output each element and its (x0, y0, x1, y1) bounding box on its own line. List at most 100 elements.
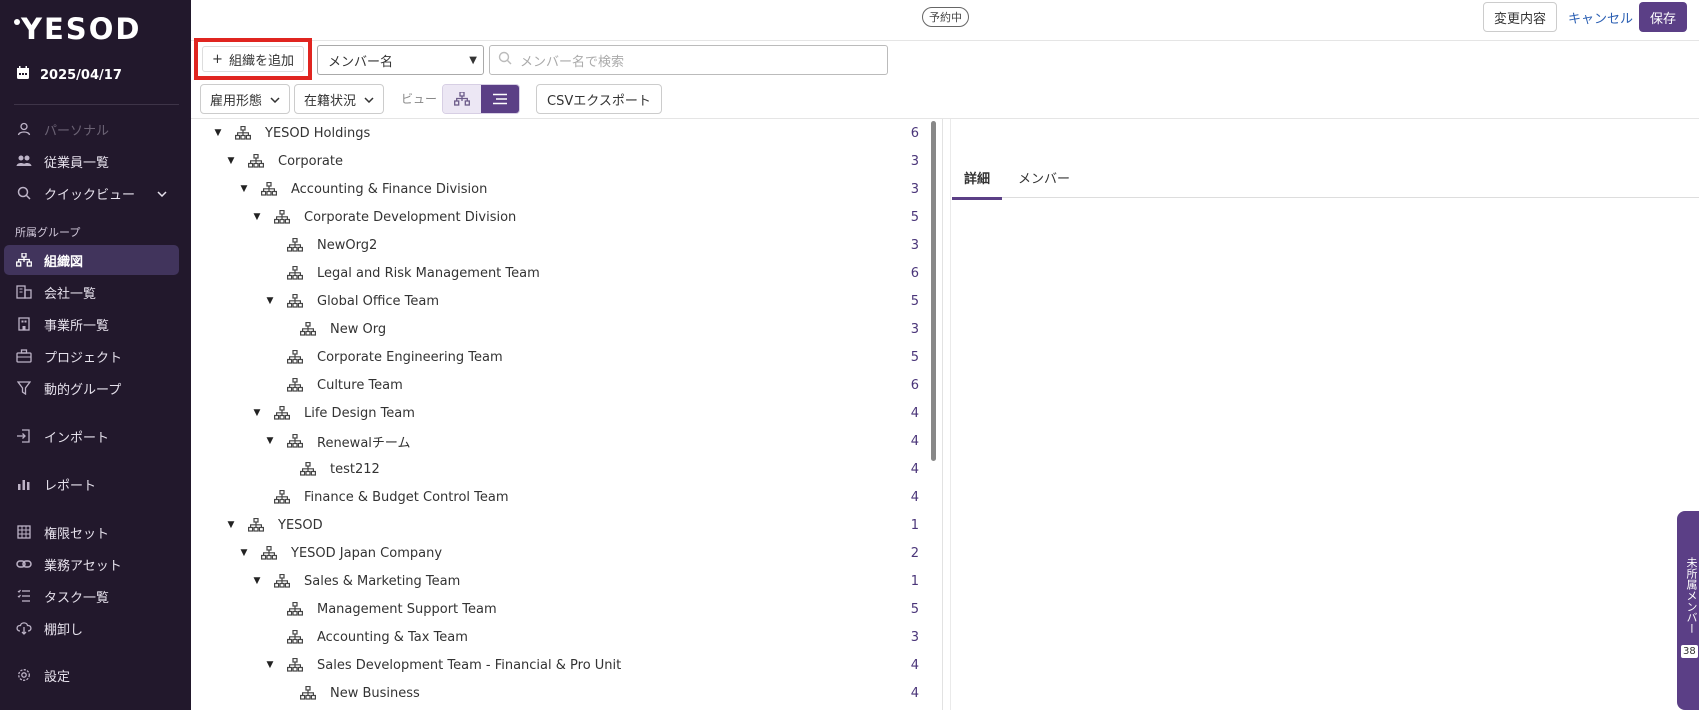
briefcase-icon (15, 347, 33, 365)
member-count: 1 (910, 517, 919, 533)
tree-row[interactable]: ▼ Corporate Development Division 5 (191, 203, 919, 231)
tree-row[interactable]: Legal and Risk Management Team 6 (191, 259, 919, 287)
sidebar-item-grid[interactable]: 権限セット (4, 517, 179, 547)
org-name: YESOD Holdings (265, 125, 371, 141)
building-icon (15, 283, 33, 301)
expand-toggle-icon[interactable]: ▼ (263, 296, 277, 306)
tree-row[interactable]: Accounting & Tax Team 3 (191, 623, 919, 651)
org-icon (287, 434, 305, 448)
tree-row[interactable]: ▼ Accounting & Finance Division 3 (191, 175, 919, 203)
org-icon (300, 322, 318, 336)
tree-row[interactable]: ▼ Sales Development Team - Financial & Pr… (191, 651, 919, 679)
csv-export-button[interactable]: CSVエクスポート (536, 84, 662, 114)
changes-button[interactable]: 変更内容 (1483, 2, 1558, 32)
expand-toggle-icon[interactable]: ▼ (224, 520, 238, 530)
sidebar-item-chart[interactable]: レポート (4, 469, 179, 499)
member-count: 4 (910, 405, 919, 421)
tree-row[interactable]: ▼ Sales & Marketing Team 1 (191, 567, 919, 595)
sidebar-item-office[interactable]: 事業所一覧 (4, 309, 179, 339)
tree-view-button[interactable] (443, 85, 481, 113)
org-icon (274, 406, 292, 420)
status-badge: 予約中 (922, 7, 969, 27)
sidebar: YESOD 2025/04/17 所属グループ パーソナル 従業員一覧 クイックビュ… (0, 0, 191, 710)
member-count: 3 (910, 629, 919, 645)
org-name: Sales Development Team - Financial & Pro… (317, 657, 622, 673)
chevron-down-icon (364, 92, 374, 107)
sidebar-item-label: 棚卸し (44, 622, 84, 638)
date-selector[interactable]: 2025/04/17 (16, 66, 122, 84)
tree-row[interactable]: Culture Team 6 (191, 371, 919, 399)
member-count: 4 (910, 685, 919, 701)
member-count: 3 (910, 153, 919, 169)
expand-toggle-icon[interactable]: ▼ (211, 128, 225, 138)
sidebar-item-gear[interactable]: 設定 (4, 660, 179, 690)
tab-members[interactable]: メンバー (1018, 168, 1070, 197)
add-org-button[interactable]: + 組織を追加 (202, 46, 304, 72)
sidebar-item-label: 動的グループ (44, 382, 122, 398)
tree-row[interactable]: New Business 4 (191, 679, 919, 707)
chart-icon (15, 475, 33, 493)
org-icon (287, 266, 305, 280)
sidebar-item-search[interactable]: クイックビュー (4, 178, 179, 208)
sidebar-item-filter[interactable]: 動的グループ (4, 373, 179, 403)
sidebar-item-tasklist[interactable]: タスク一覧 (4, 581, 179, 611)
org-name: Accounting & Finance Division (291, 181, 488, 197)
org-name: Legal and Risk Management Team (317, 265, 540, 281)
unassigned-members-tab[interactable]: 未所属メンバー 38 (1677, 511, 1699, 710)
tree-row[interactable]: ▼ Life Design Team 4 (191, 399, 919, 427)
panel-divider-inner[interactable] (950, 119, 951, 710)
member-field-select[interactable]: メンバー名 ▼ (317, 45, 484, 75)
tree-row[interactable]: ▼ YESOD 1 (191, 511, 919, 539)
list-view-button[interactable] (481, 85, 519, 113)
tree-row[interactable]: ▼ YESOD Holdings 6 (191, 119, 919, 147)
expand-toggle-icon[interactable]: ▼ (224, 156, 238, 166)
tree-row[interactable]: Corporate Engineering Team 5 (191, 343, 919, 371)
sidebar-item-person[interactable]: パーソナル (4, 114, 179, 144)
member-count: 4 (910, 657, 919, 673)
tree-row[interactable]: Finance & Budget Control Team 4 (191, 483, 919, 511)
tree-row[interactable]: ▼ Global Office Team 5 (191, 287, 919, 315)
view-label: ビュー (401, 92, 438, 106)
member-search-input[interactable]: メンバー名で検索 (489, 45, 888, 75)
expand-toggle-icon[interactable]: ▼ (263, 436, 277, 446)
expand-toggle-icon[interactable]: ▼ (237, 548, 251, 558)
expand-toggle-icon[interactable]: ▼ (250, 408, 264, 418)
sidebar-item-org-chart[interactable]: 組織図 (4, 245, 179, 275)
chevron-down-icon[interactable] (157, 186, 167, 201)
yesod-logo[interactable]: YESOD (14, 12, 141, 46)
save-button[interactable]: 保存 (1639, 2, 1688, 32)
org-name: YESOD (278, 517, 323, 533)
employment-status-filter[interactable]: 在籍状況 (294, 84, 385, 114)
sidebar-item-link[interactable]: 業務アセット (4, 549, 179, 579)
tree-row[interactable]: Management Support Team 5 (191, 595, 919, 623)
sidebar-item-label: クイックビュー (44, 187, 136, 203)
org-name: Culture Team (317, 377, 403, 393)
tree-row[interactable]: ▼ YESOD Japan Company 2 (191, 539, 919, 567)
tree-row[interactable]: test212 4 (191, 455, 919, 483)
org-icon (274, 490, 292, 504)
tree-row[interactable]: NewOrg2 3 (191, 231, 919, 259)
expand-toggle-icon[interactable]: ▼ (263, 660, 277, 670)
sidebar-item-import[interactable]: インポート (4, 421, 179, 451)
cancel-button[interactable]: キャンセル (1568, 8, 1633, 27)
expand-toggle-icon[interactable]: ▼ (250, 576, 264, 586)
sidebar-item-building[interactable]: 会社一覧 (4, 277, 179, 307)
org-icon (287, 602, 305, 616)
sidebar-item-cloud-download[interactable]: 棚卸し (4, 613, 179, 643)
member-count: 5 (910, 293, 919, 309)
sidebar-item-briefcase[interactable]: プロジェクト (4, 341, 179, 371)
org-name: Life Design Team (304, 405, 415, 421)
tree-scrollbar[interactable] (931, 121, 936, 461)
search-placeholder: メンバー名で検索 (520, 54, 625, 70)
expand-toggle-icon[interactable]: ▼ (237, 184, 251, 194)
employment-type-filter[interactable]: 雇用形態 (200, 84, 291, 114)
tab-details[interactable]: 詳細 (952, 168, 1003, 200)
sidebar-item-people[interactable]: 従業員一覧 (4, 146, 179, 176)
org-name: Corporate Engineering Team (317, 349, 503, 365)
tree-row[interactable]: New Org 3 (191, 315, 919, 343)
tree-row[interactable]: ▼ Renewalチーム 4 (191, 427, 919, 455)
expand-toggle-icon[interactable]: ▼ (250, 212, 264, 222)
tree-row[interactable]: ▼ Corporate 3 (191, 147, 919, 175)
gear-icon (15, 666, 33, 684)
member-count: 3 (910, 181, 919, 197)
